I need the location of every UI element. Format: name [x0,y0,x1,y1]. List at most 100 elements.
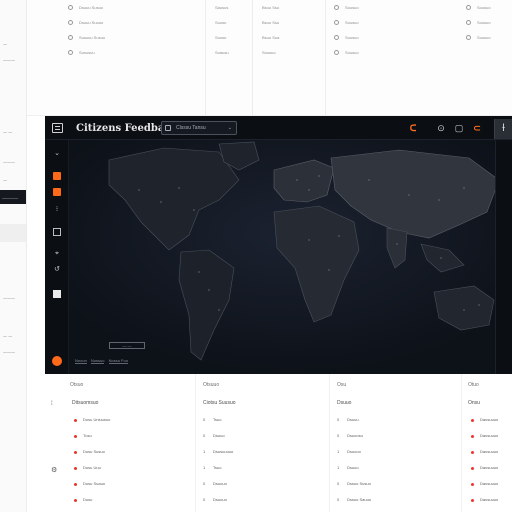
map-window: Citizens Feedback Clsssu Tansu ⌄ ᑕ ⊙ ▢ ⊂… [45,116,512,374]
table-cell: Dusu Suauo [83,481,106,486]
table-cell: Tusu [83,433,92,438]
table-row[interactable]: Dusu Uuu 1 Tsuo 1 Dsuuo Dausuuuo [45,462,512,478]
left-panel-selected-item[interactable]: ———— [0,190,26,204]
bg-text: Dsuuu Suuuo [79,20,104,25]
background-left-panel: — ——— — — ——— — ———— ——— — — ——— [0,0,27,512]
data-table: Otsuo Otsuuo Osu Otuo ⁞ Ditsuomsuo Ciots… [45,374,512,512]
footer-link[interactable]: Nossu Foo [108,358,128,364]
table-cell: Dsusuuuuo [213,449,234,454]
left-panel-item: ——— [3,58,15,63]
table-cell: Dusu Susuo [83,449,105,454]
table-cell: 0 [337,497,340,502]
status-dot [471,435,474,438]
status-dot [74,419,77,422]
bg-column-2: Sausus Sousu Sousu Soausu [215,0,229,60]
table-cell: Dusu Uuu [83,465,101,470]
person-icon[interactable]: Ɨ [494,119,512,139]
column-header[interactable]: Osu [337,382,346,388]
square-tool-icon[interactable] [53,228,61,236]
left-panel-item: ——— [3,350,15,355]
pin-icon[interactable] [53,188,61,196]
table-cell: 1 [337,449,340,454]
circle-icon[interactable]: ⊙ [435,122,447,134]
bg-text: Sousu [215,20,227,25]
table-cell: 0 [203,481,206,486]
table-cell: Dausuuuo [480,497,499,502]
bg-text: Sousuo [345,50,359,55]
table-cell: Dsuuo [213,433,225,438]
table-row[interactable]: Tusu 0 Dsuuo 0 Dsuoosu Dausuuuo [45,430,512,446]
column-subheader: Ciotsu Suusuo [203,400,236,406]
column-header[interactable]: Otuo [468,382,479,388]
bg-text: Sousuo [345,5,359,10]
table-cell: Dsuuuo [213,481,227,486]
table-row[interactable]: Dosu Uniuusuo 0 Tsuo 0 Dsuuu Dausuuuo [45,414,512,430]
status-dot [74,499,77,502]
status-dot [471,483,474,486]
footer-link[interactable]: Nnoon [75,358,87,364]
table-row[interactable]: Dusu Susuo 1 Dsusuuuuo 1 Dsuooo Dausuuuo [45,446,512,462]
footer-link[interactable]: Nossuo [90,358,105,364]
column-subheader: Dsuuo [337,400,352,406]
chevron-down-icon: ⌄ [227,125,232,131]
bullet-icon [466,20,471,25]
column-header[interactable]: Otsuo [70,382,83,388]
layers-icon[interactable]: ⌄ [53,150,61,158]
column-subheader: Onsu [468,400,480,406]
filter-icon[interactable]: ⁝ [53,206,61,214]
bullet-icon [68,50,73,55]
table-cell: Dssuo Susuo [347,481,371,486]
bg-text: Sousuo [477,35,491,40]
divider [205,0,206,116]
bg-text: Bsuu Sua [262,35,280,40]
bg-text: Sousu [215,35,227,40]
column-header[interactable]: Otsuuo [203,382,219,388]
table-cell: 1 [203,465,206,470]
menu-icon[interactable] [52,123,63,133]
map-toolbar: Citizens Feedback Clsssu Tansu ⌄ ᑕ ⊙ ▢ ⊂… [45,116,512,140]
bullet-icon [68,35,73,40]
locate-icon[interactable] [53,290,61,298]
map-side-toolbar: ⌄ ⁝ ⌖ ↺ [45,140,69,374]
table-cell: Tsuo [213,417,222,422]
record-icon[interactable] [52,356,62,366]
table-cell: Tsuo [213,465,222,470]
left-panel-highlight [0,224,26,242]
bg-column-1: Dsuuu Susuo Dsuuu Suuuo Susuuu Susuo Sus… [68,0,105,60]
table-cell: 0 [203,497,206,502]
bullet-icon [334,35,339,40]
square-icon[interactable]: ▢ [453,122,465,134]
table-row[interactable]: Dusu Suauo 0 Dsuuuo 0 Dssuo Susuo Dausuu… [45,478,512,494]
bullet-icon [466,5,471,10]
cup-icon[interactable]: ⊂ [471,122,483,134]
rotate-icon[interactable]: ↺ [53,266,61,274]
table-cell: Dsuuu [347,417,359,422]
table-cell: 0 [337,481,340,486]
map-scale-bar: — — [109,342,145,349]
bookmark-icon[interactable]: ⌖ [53,250,61,258]
search-dropdown[interactable]: Clsssu Tansu ⌄ [161,121,237,135]
table-cell: Dsuuuo [213,497,227,502]
table-cell: Dausuuuo [480,449,499,454]
bg-column-5: Sousuo Sousuo Sousuo [466,0,491,45]
search-icon [165,125,171,131]
bg-text: Soausu [215,50,229,55]
marker-icon[interactable] [53,172,61,180]
status-dot [74,451,77,454]
bg-text: Sousuo [345,20,359,25]
bg-text: Dsuuu Susuo [79,5,104,10]
table-cell: 0 [203,417,206,422]
status-dot [74,483,77,486]
status-dot [471,419,474,422]
bullet-icon [334,20,339,25]
sort-icon[interactable]: ⁞ [51,401,53,407]
table-cell: Dausuuuo [480,433,499,438]
bullet-icon [68,20,73,25]
table-cell: 0 [337,433,340,438]
world-map-graphic [69,140,512,374]
bell-icon[interactable]: ᑕ [407,122,419,134]
bg-column-4: Sousuo Sousuo Sousuo Sousuo [334,0,359,60]
table-row[interactable]: Dusu 0 Dsuuuo 0 Dssuo Sauuo Dausuuuo [45,494,512,510]
left-panel-item: — — [3,130,13,135]
world-map[interactable]: — — [69,140,512,374]
